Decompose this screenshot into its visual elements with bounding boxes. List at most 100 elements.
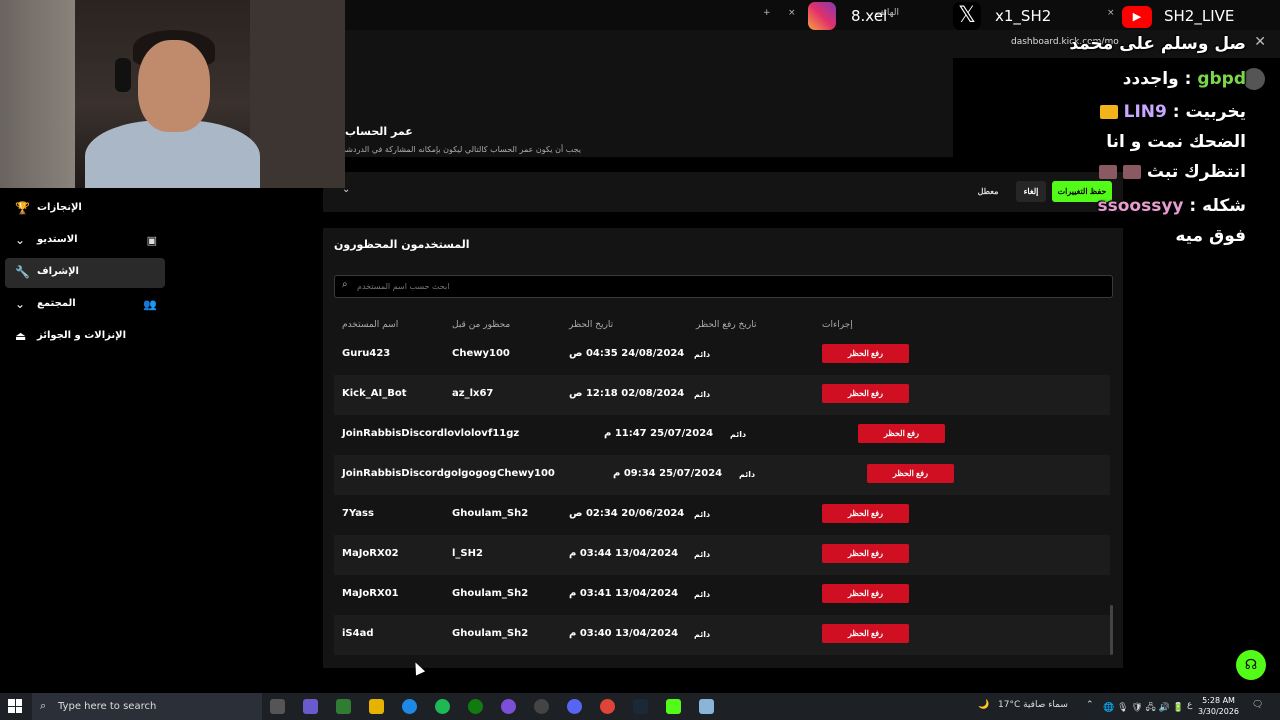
steam-icon[interactable] <box>633 699 648 714</box>
taskbar-clock[interactable]: 5:28 AM 3/30/2026 <box>1198 695 1239 717</box>
crown-icon <box>1099 105 1118 119</box>
clock-date: 3/30/2026 <box>1198 707 1240 716</box>
chat-avatar <box>1243 68 1265 90</box>
unban-date: دائم <box>694 590 711 599</box>
sidebar-item-studio[interactable]: ⌄ الاستديو ▣ <box>5 226 165 256</box>
weather-moon-icon[interactable]: 🌙 <box>978 700 989 710</box>
unban-button[interactable]: رفع الحظر <box>858 424 945 443</box>
studio-icon: ▣ <box>146 234 157 247</box>
column-header-username: اسم المستخدم <box>342 320 399 330</box>
new-tab-button[interactable]: + <box>763 8 771 18</box>
tray-icons[interactable]: 🌐 🎙 🛡 🖧 🔊 🔋 <box>1103 700 1184 716</box>
table-row: Guru423 Chewy100 24/08/2024 04:35 ص دائم رفع… <box>334 335 1110 375</box>
obs-icon[interactable] <box>534 699 549 714</box>
cancel-button[interactable]: إلغاء <box>1016 181 1046 202</box>
ban-date: 13/04/2024 03:40 م <box>569 628 679 639</box>
instagram-handle: 8.xel <box>851 7 888 25</box>
unban-date: دائم <box>694 390 711 399</box>
account-age-title: عمر الحساب <box>345 125 413 138</box>
banned-by: Ghoulam_Sh2 <box>452 508 529 519</box>
table-row: 7Yass Ghoulam_Sh2 20/06/2024 02:34 ص دائم رف… <box>334 495 1110 535</box>
column-header-banned-by: محظور من قبل <box>452 320 511 330</box>
chevron-down-icon: ⌄ <box>15 297 26 311</box>
banned-by: Ghoulam_Sh2 <box>452 628 529 639</box>
edge-icon[interactable] <box>402 699 417 714</box>
close-tab-icon[interactable]: × <box>1107 8 1115 18</box>
table-scrollbar[interactable] <box>1110 605 1113 655</box>
search-icon: ⌕ <box>40 699 47 712</box>
x-overlay: 𝕏 x1_SH2 <box>953 2 1063 30</box>
banned-username: iS4ad <box>342 628 374 639</box>
discord-icon[interactable] <box>567 699 582 714</box>
account-age-description: يجب أن يكون عمر الحساب كالتالي ليكون بإم… <box>342 145 581 154</box>
chrome-icon[interactable] <box>600 699 615 714</box>
account-age-select[interactable]: معطل <box>970 181 1006 202</box>
table-row: MaJoRX02 l_SH2 13/04/2024 03:44 م دائم رفع ا… <box>334 535 1110 575</box>
unban-button[interactable]: رفع الحظر <box>822 584 909 603</box>
chat-message: انتظرك تبث <box>1099 162 1246 182</box>
unban-button[interactable]: رفع الحظر <box>867 464 954 483</box>
column-header-unban-date: تاريخ رفع الحظر <box>696 320 757 330</box>
sidebar-item-label: الإنزالات و الجوائز <box>37 330 127 341</box>
unban-button[interactable]: رفع الحظر <box>822 504 909 523</box>
ban-date: 13/04/2024 03:41 م <box>569 588 679 599</box>
windows-taskbar: ⌕ Type here to search 🌙 17°C سماء صافية … <box>0 693 1280 720</box>
x-handle: x1_SH2 <box>995 7 1052 25</box>
unban-date: دائم <box>694 550 711 559</box>
sidebar-item-achievements[interactable]: 🏆 الإنجازات <box>5 194 165 224</box>
sidebar-item-drops[interactable]: ⏏ الإنزالات و الجوائز <box>5 322 165 352</box>
kick-icon[interactable] <box>666 699 681 714</box>
banned-username: JoinRabbisDiscordgolgogog <box>342 468 497 479</box>
chat-message: الضحك نمت و انا <box>1106 132 1246 152</box>
windows-start-icon[interactable] <box>8 699 22 713</box>
input-language[interactable]: ع <box>1187 700 1192 710</box>
unban-date: دائم <box>730 430 747 439</box>
sidebar-item-moderation[interactable]: 🔧 الإشراف <box>5 258 165 288</box>
copilot-icon[interactable] <box>303 699 318 714</box>
sidebar-item-community[interactable]: ⌄ المجتمع 👥 <box>5 290 165 320</box>
banned-by: Chewy100 <box>497 468 555 479</box>
close-icon[interactable]: ✕ <box>1254 34 1266 50</box>
ban-date: 13/04/2024 03:44 م <box>569 548 679 559</box>
banned-by: f11gz <box>488 428 520 439</box>
banned-username: 7Yass <box>342 508 374 519</box>
youtube-icon: ▶ <box>1122 6 1152 28</box>
close-tab-icon[interactable]: × <box>788 8 796 18</box>
sidebar-item-label: الإنجازات <box>37 202 82 213</box>
ban-date: 20/06/2024 02:34 ص <box>569 508 685 519</box>
table-row: MaJoRX01 Ghoulam_Sh2 13/04/2024 03:41 م دائ… <box>334 575 1110 615</box>
unban-button[interactable]: رفع الحظر <box>822 624 909 643</box>
weather-text[interactable]: 17°C سماء صافية <box>998 700 1068 710</box>
search-icon: ⌕ <box>342 279 348 290</box>
banned-by: Ghoulam_Sh2 <box>452 588 529 599</box>
task-view-icon[interactable] <box>270 699 285 714</box>
instagram-overlay: 8.xel <box>808 2 918 30</box>
tray-chevron-up-icon[interactable]: ⌃ <box>1086 700 1094 710</box>
x-logo-icon: 𝕏 <box>953 2 981 30</box>
chat-message: صل وسلم على محمد <box>1069 34 1246 54</box>
dashboard-sidebar: 🏆 الإنجازات ⌄ الاستديو ▣ 🔧 الإشراف ⌄ الم… <box>0 188 170 693</box>
sidebar-item-label: المجتمع <box>37 298 76 309</box>
emote-icon <box>1122 165 1141 179</box>
play-store-icon[interactable] <box>336 699 351 714</box>
notepad-icon[interactable] <box>699 699 714 714</box>
notifications-icon[interactable]: 🗨 <box>1252 700 1263 710</box>
column-header-ban-date: تاريخ الحظر <box>569 320 614 330</box>
taskbar-search[interactable]: ⌕ Type here to search <box>32 693 262 720</box>
unban-button[interactable]: رفع الحظر <box>822 344 909 363</box>
spotify-icon[interactable] <box>435 699 450 714</box>
xbox-icon[interactable] <box>468 699 483 714</box>
banned-search-input[interactable] <box>334 275 1113 298</box>
wrench-icon: 🔧 <box>15 265 30 279</box>
unban-date: دائم <box>694 630 711 639</box>
ban-date: 02/08/2024 12:18 ص <box>569 388 685 399</box>
unban-date: دائم <box>694 350 711 359</box>
unban-button[interactable]: رفع الحظر <box>822 384 909 403</box>
support-chat-icon[interactable]: ☊ <box>1236 650 1266 680</box>
banned-username: JoinRabbisDiscordlovlolov <box>342 428 488 439</box>
banned-by: az_lx67 <box>452 388 494 399</box>
file-explorer-icon[interactable] <box>369 699 384 714</box>
unban-button[interactable]: رفع الحظر <box>822 544 909 563</box>
twitch-icon[interactable] <box>501 699 516 714</box>
youtube-handle: SH2_LIVE <box>1164 7 1235 25</box>
